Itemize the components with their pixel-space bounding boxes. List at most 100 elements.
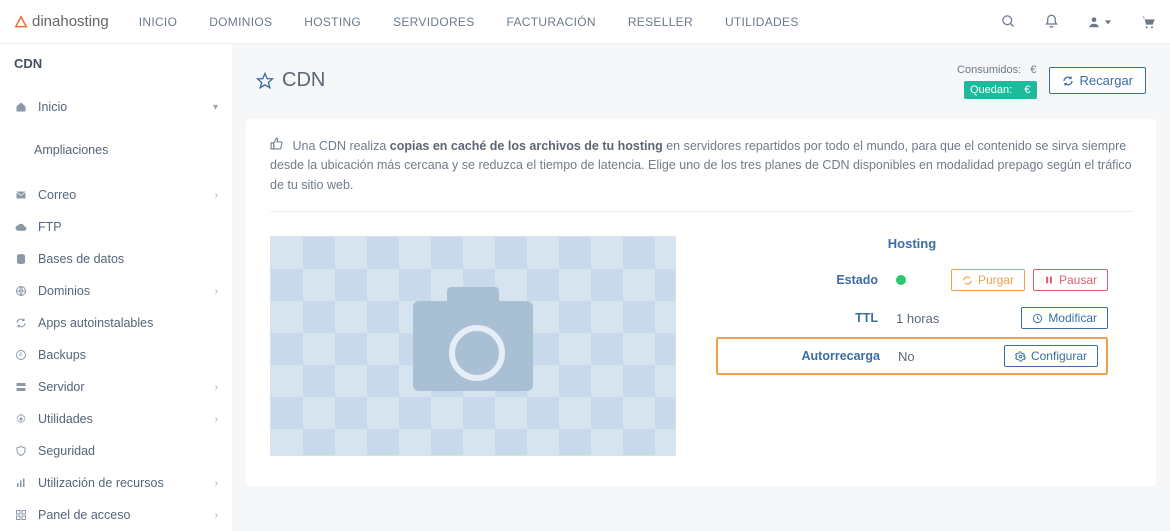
sidebar-item-servidor[interactable]: Servidor › [0,371,232,403]
chevron-right-icon: › [215,190,218,201]
page-title-text: CDN [282,69,325,92]
row-ttl: TTL 1 horas Modificar [716,299,1108,337]
page-header: CDN Consumidos: € Quedan: € Recargar [246,44,1156,115]
autorrecarga-value: No [898,349,915,364]
purgar-button[interactable]: Purgar [951,269,1025,291]
user-menu-icon[interactable] [1087,15,1112,29]
sidebar-item-label: Inicio [38,100,67,114]
nav-facturacion[interactable]: FACTURACIÓN [507,15,596,29]
top-nav: dinahosting INICIO DOMINIOS HOSTING SERV… [0,0,1170,44]
status-dot-icon [896,275,906,285]
server-icon [14,381,28,393]
top-menu: INICIO DOMINIOS HOSTING SERVIDORES FACTU… [139,15,799,29]
chevron-right-icon: › [215,286,218,297]
sidebar-item-panel-acceso[interactable]: Panel de acceso › [0,499,232,531]
pausar-button[interactable]: Pausar [1033,269,1108,291]
sidebar-item-recursos[interactable]: Utilización de recursos › [0,467,232,499]
estado-label: Estado [716,273,896,287]
refresh-icon [962,275,973,286]
quedan-value: € [1024,84,1030,96]
modificar-label: Modificar [1048,311,1097,325]
page-title: CDN [256,69,325,92]
camera-icon [413,301,533,391]
nav-utilidades[interactable]: UTILIDADES [725,15,799,29]
globe-icon [14,285,28,297]
star-icon[interactable] [256,72,274,90]
sidebar-item-label: Utilización de recursos [38,476,164,490]
sidebar-item-label: Dominios [38,284,90,298]
brand-label: dinahosting [32,13,109,30]
reload-label: Recargar [1080,73,1133,88]
quedan-label: Quedan: [970,84,1012,96]
sidebar-item-label: Backups [38,348,86,362]
sidebar-item-label: Bases de datos [38,252,124,266]
image-placeholder [270,236,676,456]
chevron-right-icon: › [215,414,218,425]
sidebar: CDN Inicio ▾ Ampliaciones Correo › FTP [0,44,232,531]
consumed-currency: € [1030,64,1036,76]
sidebar-item-label: Utilidades [38,412,93,426]
sidebar-item-label: Panel de acceso [38,508,130,522]
chart-icon [14,477,28,489]
hosting-heading: Hosting [716,236,1108,251]
gear-icon [14,413,28,425]
search-icon[interactable] [1001,14,1016,29]
nav-servidores[interactable]: SERVIDORES [393,15,474,29]
sidebar-item-correo[interactable]: Correo › [0,179,232,211]
nav-inicio[interactable]: INICIO [139,15,177,29]
shield-icon [14,445,28,457]
thumbs-up-icon [270,139,286,153]
sidebar-item-label: Servidor [38,380,85,394]
sidebar-item-backups[interactable]: Backups [0,339,232,371]
chevron-right-icon: › [215,478,218,489]
refresh-icon [14,317,28,329]
chevron-right-icon: › [215,510,218,521]
ttl-value: 1 horas [896,311,939,326]
budget-block: Consumidos: € Quedan: € [957,62,1037,99]
bell-icon[interactable] [1044,14,1059,29]
chevron-right-icon: › [215,382,218,393]
sidebar-item-label: FTP [38,220,62,234]
nav-hosting[interactable]: HOSTING [304,15,361,29]
backup-icon [14,349,28,361]
info-text: Una CDN realiza copias en caché de los a… [270,137,1132,212]
reload-button[interactable]: Recargar [1049,67,1146,94]
sidebar-item-label: Seguridad [38,444,95,458]
cloud-icon [14,221,28,234]
sidebar-item-seguridad[interactable]: Seguridad [0,435,232,467]
sidebar-item-bases-de-datos[interactable]: Bases de datos [0,243,232,275]
info-bold: copias en caché de los archivos de tu ho… [390,139,663,153]
info-pre: Una CDN realiza [292,139,389,153]
nav-dominios[interactable]: DOMINIOS [209,15,272,29]
sidebar-item-label: Correo [38,188,76,202]
consumed-label: Consumidos: [957,64,1021,76]
sidebar-item-label: Ampliaciones [34,143,108,157]
nav-reseller[interactable]: RESELLER [628,15,693,29]
configurar-button[interactable]: Configurar [1004,345,1098,367]
autorrecarga-label: Autorrecarga [718,349,898,363]
modificar-button[interactable]: Modificar [1021,307,1108,329]
breadcrumb: CDN [0,44,232,79]
cart-icon[interactable] [1140,14,1156,30]
database-icon [14,253,28,265]
sidebar-item-inicio[interactable]: Inicio ▾ [0,91,232,123]
details-panel: Hosting Estado Purgar Pausar [716,236,1132,456]
purgar-label: Purgar [978,273,1014,287]
configurar-label: Configurar [1031,349,1087,363]
row-autorrecarga: Autorrecarga No Configurar [716,337,1108,375]
main-content: CDN Consumidos: € Quedan: € Recargar [232,44,1170,531]
refresh-icon [1062,75,1074,87]
ttl-label: TTL [716,311,896,325]
home-icon [14,101,28,113]
sidebar-item-label: Apps autoinstalables [38,316,153,330]
sidebar-item-ftp[interactable]: FTP [0,211,232,243]
sidebar-item-utilidades[interactable]: Utilidades › [0,403,232,435]
chevron-down-icon: ▾ [213,102,218,113]
brand[interactable]: dinahosting [14,13,109,30]
gear-icon [1015,351,1026,362]
sidebar-item-dominios[interactable]: Dominios › [0,275,232,307]
sidebar-item-ampliaciones[interactable]: Ampliaciones [20,135,232,167]
sidebar-item-apps[interactable]: Apps autoinstalables [0,307,232,339]
mail-icon [14,189,28,201]
row-estado: Estado Purgar Pausar [716,261,1108,299]
